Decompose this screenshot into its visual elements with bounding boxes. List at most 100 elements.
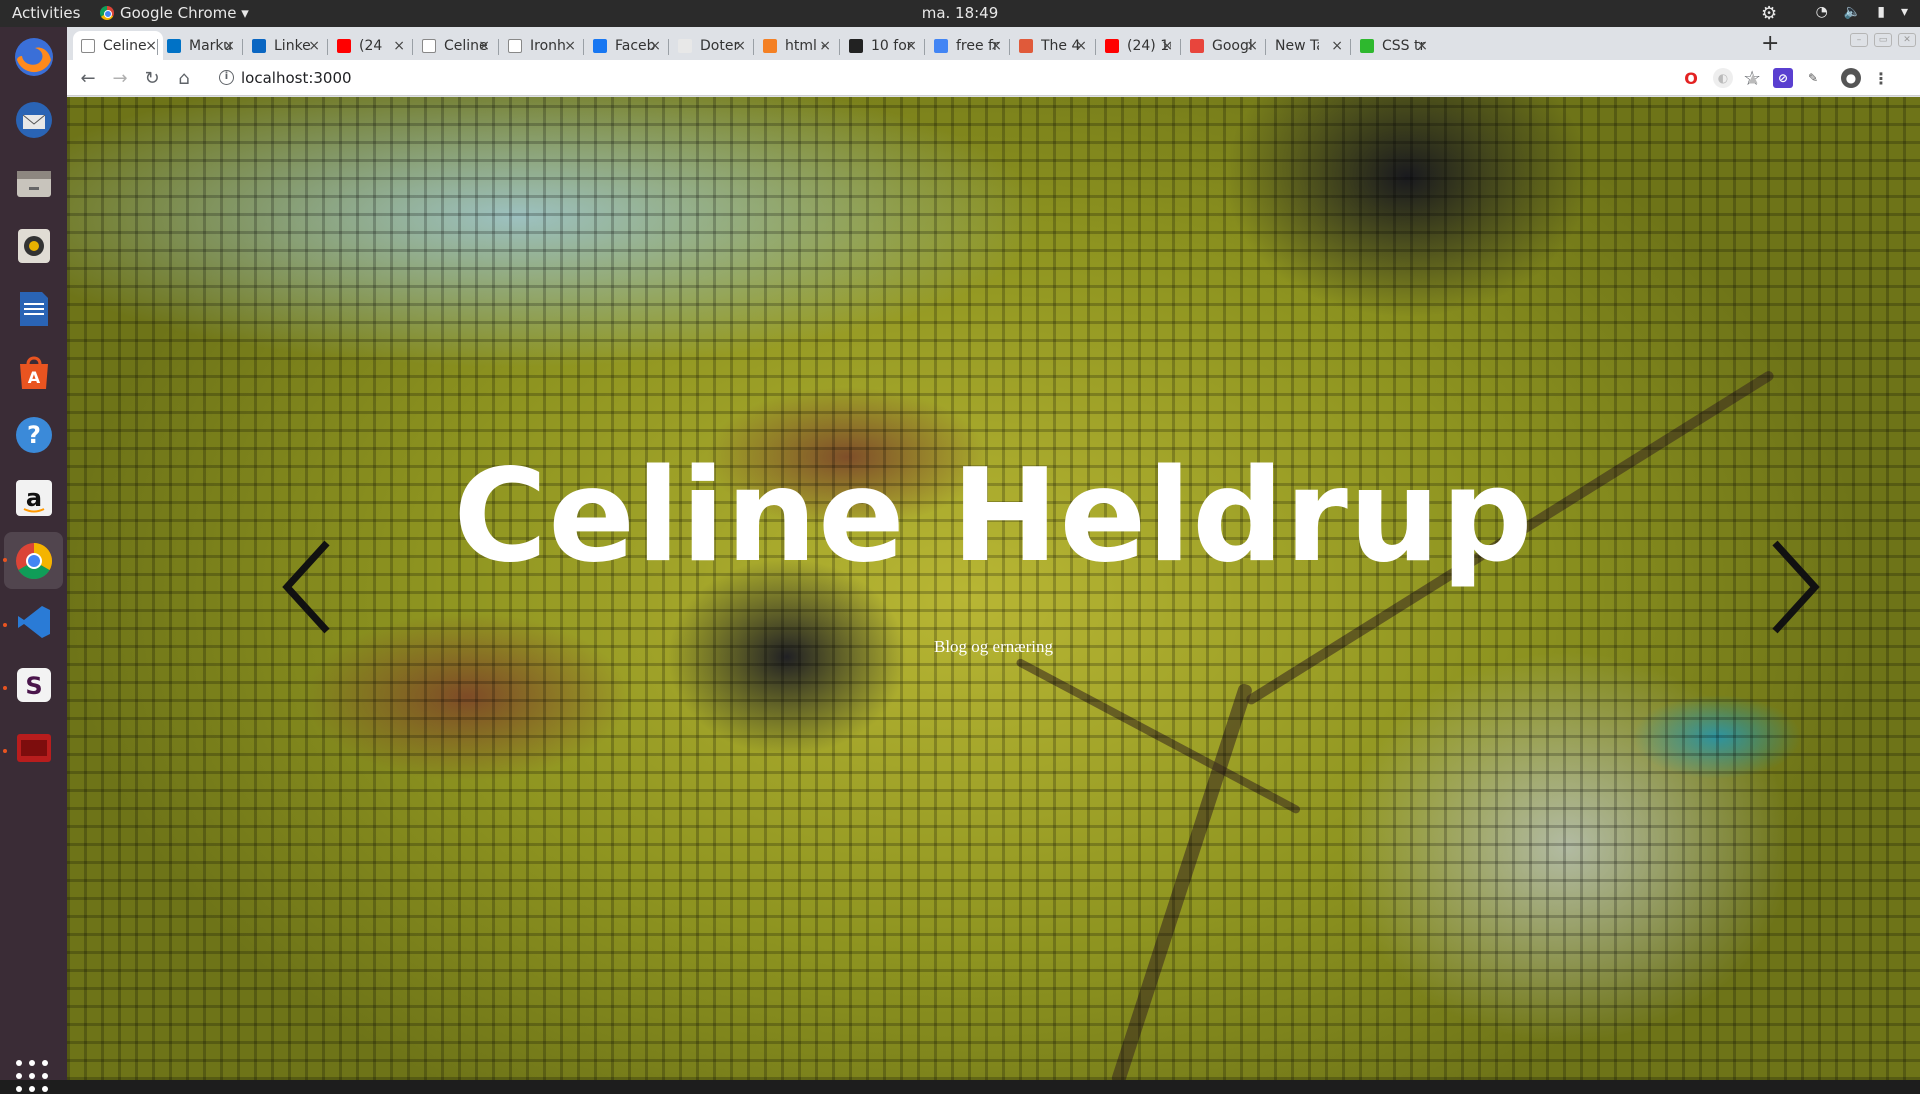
- terminal-app-icon[interactable]: [10, 724, 57, 771]
- facebook-icon: [593, 38, 607, 53]
- background-branch: [1110, 682, 1254, 1080]
- close-tab-icon[interactable]: ×: [819, 38, 831, 54]
- browser-tab[interactable]: Celine ×: [73, 31, 163, 60]
- close-tab-icon[interactable]: ×: [1246, 38, 1258, 54]
- browser-tab[interactable]: html - ×: [755, 31, 837, 60]
- extension-icon[interactable]: ⊘: [1773, 68, 1793, 88]
- extension-icon[interactable]: ▲: [1743, 68, 1763, 88]
- site-title: Celine Heldrup: [453, 442, 1534, 591]
- extension-icon[interactable]: ◐: [1713, 68, 1733, 88]
- svg-text:A: A: [27, 368, 40, 387]
- writer-icon[interactable]: [10, 285, 57, 332]
- software-center-icon[interactable]: A: [10, 348, 57, 395]
- firefox-icon[interactable]: [10, 33, 57, 80]
- menu-icon[interactable]: ⋮: [1871, 68, 1891, 88]
- tab-separator: [242, 39, 243, 55]
- next-slide-arrow[interactable]: [1765, 537, 1825, 637]
- maximize-button[interactable]: ▭: [1874, 33, 1892, 47]
- thunderbird-icon[interactable]: [10, 96, 57, 143]
- svg-text:S: S: [25, 672, 42, 700]
- close-tab-icon[interactable]: ×: [393, 38, 405, 54]
- medium-icon: [1019, 38, 1033, 53]
- tab-strip: + – ▭ ✕ Celine × Marku × Linke × (24 × Celine × Ir…: [67, 27, 1920, 60]
- browser-tab[interactable]: Marku ×: [159, 31, 241, 60]
- eyedropper-icon[interactable]: ✎: [1803, 68, 1823, 88]
- help-icon[interactable]: ?: [10, 411, 57, 458]
- browser-tab[interactable]: Ironh ×: [500, 31, 582, 60]
- close-tab-icon[interactable]: ×: [1075, 38, 1087, 54]
- tab-separator: [1180, 39, 1181, 55]
- forward-button[interactable]: →: [108, 66, 132, 90]
- close-window-button[interactable]: ✕: [1898, 33, 1916, 47]
- clock[interactable]: ma. 18:49: [0, 4, 1920, 22]
- close-tab-icon[interactable]: ×: [649, 38, 661, 54]
- youtube-icon: [1105, 38, 1119, 53]
- home-button[interactable]: ⌂: [172, 66, 196, 90]
- address-bar[interactable]: i localhost:3000 ☆: [207, 63, 1767, 93]
- doc-icon: [81, 38, 95, 53]
- close-tab-icon[interactable]: ×: [478, 38, 490, 54]
- show-applications-icon[interactable]: [16, 1060, 50, 1094]
- amazon-icon[interactable]: a: [10, 474, 57, 521]
- svg-text:a: a: [25, 484, 41, 512]
- system-top-bar: Activities Google Chrome ▾ ma. 18:49 ⚙ ◔…: [0, 0, 1920, 27]
- browser-tab[interactable]: 10 for ×: [841, 31, 923, 60]
- close-tab-icon[interactable]: ×: [308, 38, 320, 54]
- tab-separator: [839, 39, 840, 55]
- info-icon[interactable]: i: [219, 70, 234, 85]
- chevron-down-icon: ▾: [1900, 4, 1908, 20]
- volume-icon: 🔈: [1843, 4, 1862, 20]
- browser-tab[interactable]: CSS tr ×: [1352, 31, 1434, 60]
- slack-icon[interactable]: S: [10, 661, 57, 708]
- close-tab-icon[interactable]: ×: [1331, 38, 1343, 54]
- minimize-button[interactable]: –: [1850, 33, 1868, 47]
- site-subtitle: Blog og ernæring: [934, 637, 1053, 656]
- tab-separator: [157, 39, 158, 55]
- vscode-icon[interactable]: [10, 598, 57, 645]
- avatar[interactable]: ●: [1841, 68, 1861, 88]
- browser-tab[interactable]: Doter ×: [670, 31, 752, 60]
- close-tab-icon[interactable]: ×: [1161, 38, 1173, 54]
- back-button[interactable]: ←: [76, 66, 100, 90]
- browser-tab[interactable]: New Tab ×: [1267, 31, 1349, 60]
- tab-separator: [753, 39, 754, 55]
- close-tab-icon[interactable]: ×: [905, 38, 917, 54]
- new-tab-button[interactable]: +: [1761, 31, 1779, 56]
- youtube-icon: [337, 38, 351, 53]
- browser-tab[interactable]: Linke ×: [244, 31, 326, 60]
- close-tab-icon[interactable]: ×: [990, 38, 1002, 54]
- browser-tab[interactable]: Faceb ×: [585, 31, 667, 60]
- browser-tab[interactable]: (24 ×: [329, 31, 411, 60]
- browser-window: + – ▭ ✕ Celine × Marku × Linke × (24 × Celine × Ir…: [67, 27, 1920, 1080]
- rhythmbox-icon[interactable]: [10, 222, 57, 269]
- browser-tab[interactable]: Googl ×: [1182, 31, 1264, 60]
- reload-button[interactable]: ↻: [140, 66, 164, 90]
- running-indicator: [3, 623, 7, 627]
- google-icon: [934, 38, 948, 53]
- running-indicator: [3, 558, 7, 562]
- tab-separator: [583, 39, 584, 55]
- browser-tab[interactable]: free fr ×: [926, 31, 1008, 60]
- close-tab-icon[interactable]: ×: [734, 38, 746, 54]
- linkedin-icon: [252, 38, 266, 53]
- stackoverflow-icon: [763, 38, 777, 53]
- files-icon[interactable]: [10, 159, 57, 206]
- close-tab-icon[interactable]: ×: [223, 38, 235, 54]
- doterra-icon: [678, 38, 692, 53]
- close-tab-icon[interactable]: ×: [145, 38, 157, 54]
- chrome-dock-icon[interactable]: [4, 532, 63, 589]
- close-tab-icon[interactable]: ×: [1416, 38, 1428, 54]
- settings-icon[interactable]: ⚙: [1761, 3, 1777, 24]
- tab-separator: [1350, 39, 1351, 55]
- opera-icon[interactable]: O: [1681, 68, 1701, 88]
- dock: A ? a S: [0, 27, 67, 1092]
- tab-separator: [412, 39, 413, 55]
- system-tray[interactable]: ◔ 🔈 ▮ ▾: [1816, 4, 1908, 20]
- browser-tab[interactable]: Celine ×: [414, 31, 496, 60]
- browser-tab[interactable]: The 4 ×: [1011, 31, 1093, 60]
- hero-section: Celine Heldrup Blog og ernæring: [67, 97, 1920, 1080]
- tab-separator: [1009, 39, 1010, 55]
- close-tab-icon[interactable]: ×: [564, 38, 576, 54]
- tab-separator: [924, 39, 925, 55]
- browser-tab[interactable]: (24) 1(×: [1097, 31, 1179, 60]
